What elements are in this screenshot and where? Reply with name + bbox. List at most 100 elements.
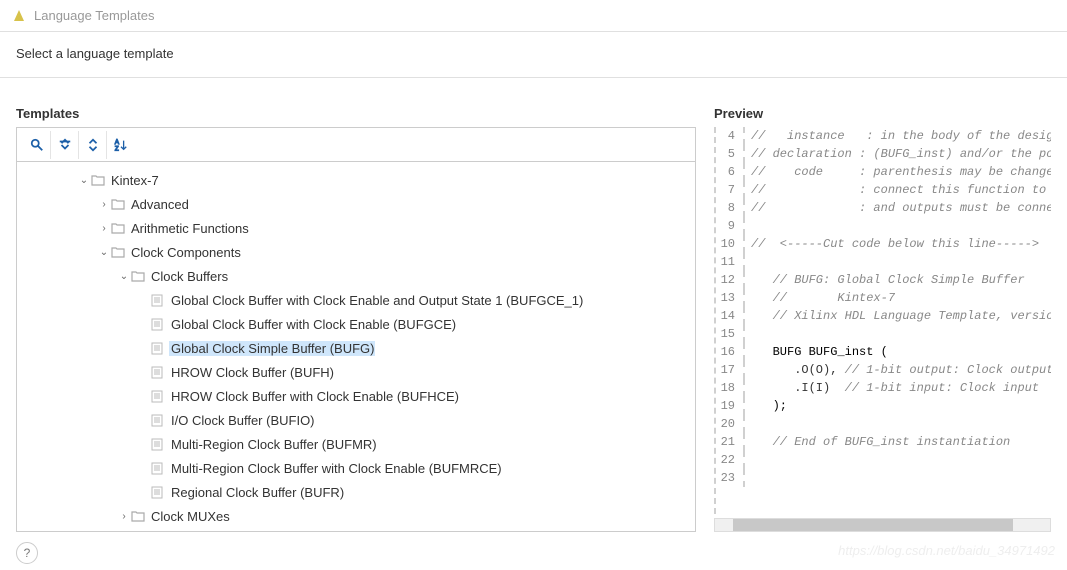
line-number: 13 — [717, 289, 745, 307]
tree-item-label: Clock Components — [129, 245, 241, 260]
line-number: 15 — [717, 325, 745, 343]
code-text — [745, 217, 751, 235]
chevron-down-icon[interactable]: ⌄ — [97, 247, 111, 258]
folder-icon — [91, 174, 109, 186]
tree-item-label: Regional Clock Buffer (BUFR) — [169, 485, 344, 500]
code-line: 23 — [717, 469, 1051, 487]
collapse-all-icon[interactable] — [51, 131, 79, 159]
code-text: // : connect this function to the design… — [745, 181, 1051, 199]
templates-toolbar: AZ — [16, 127, 696, 161]
code-text: // : and outputs must be connected. — [745, 199, 1051, 217]
file-icon — [151, 366, 169, 379]
code-line: 7// : connect this function to the desig… — [717, 181, 1051, 199]
watermark-text: https://blog.csdn.net/baidu_34971492 — [838, 543, 1055, 558]
tree-folder[interactable]: ⌄ Clock Components — [17, 240, 695, 264]
folder-icon — [131, 510, 149, 522]
line-number: 21 — [717, 433, 745, 451]
file-icon — [151, 318, 169, 331]
line-number: 11 — [717, 253, 745, 271]
app-icon — [12, 9, 26, 23]
preview-code[interactable]: 4// instance : in the body of the design… — [714, 127, 1051, 514]
code-line: 6// code : parenthesis may be changed to… — [717, 163, 1051, 181]
help-button[interactable]: ? — [16, 542, 38, 564]
tree-file[interactable]: Multi-Region Clock Buffer (BUFMR) — [17, 432, 695, 456]
line-number: 4 — [717, 127, 745, 145]
line-number: 5 — [717, 145, 745, 163]
folder-icon — [131, 270, 149, 282]
folder-icon — [111, 198, 129, 210]
tree-folder[interactable]: ⌄Clock Buffers — [17, 264, 695, 288]
file-icon — [151, 294, 169, 307]
tree-file[interactable]: HROW Clock Buffer with Clock Enable (BUF… — [17, 384, 695, 408]
search-icon[interactable] — [23, 131, 51, 159]
code-line: 5// declaration : (BUFG_inst) and/or the… — [717, 145, 1051, 163]
code-text: // Kintex-7 — [745, 289, 895, 307]
tree-file[interactable]: Global Clock Simple Buffer (BUFG) — [17, 336, 695, 360]
tree-item-label: Global Clock Simple Buffer (BUFG) — [169, 341, 375, 356]
code-text: // code : parenthesis may be changed to … — [745, 163, 1051, 181]
code-line: 17 .O(O), // 1-bit output: Clock output — [717, 361, 1051, 379]
code-line: 18 .I(I) // 1-bit input: Clock input — [717, 379, 1051, 397]
line-number: 7 — [717, 181, 745, 199]
instruction-text: Select a language template — [0, 32, 1067, 78]
tree-item-label: HROW Clock Buffer (BUFH) — [169, 365, 334, 380]
code-text: // BUFG: Global Clock Simple Buffer — [745, 271, 1025, 289]
line-number: 20 — [717, 415, 745, 433]
line-number: 8 — [717, 199, 745, 217]
code-line: 10// <-----Cut code below this line-----… — [717, 235, 1051, 253]
svg-text:Z: Z — [115, 145, 119, 152]
code-line: 11 — [717, 253, 1051, 271]
tree-file[interactable]: Multi-Region Clock Buffer with Clock Ena… — [17, 456, 695, 480]
tree-file[interactable]: Global Clock Buffer with Clock Enable an… — [17, 288, 695, 312]
tree-item-label: I/O Clock Buffer (BUFIO) — [169, 413, 315, 428]
file-icon — [151, 462, 169, 475]
tree-item-label: Kintex-7 — [109, 173, 159, 188]
code-text — [745, 415, 751, 433]
tree-item-label: Global Clock Buffer with Clock Enable (B… — [169, 317, 456, 332]
tree-file[interactable]: I/O Clock Buffer (BUFIO) — [17, 408, 695, 432]
line-number: 10 — [717, 235, 745, 253]
tree-file[interactable]: HROW Clock Buffer (BUFH) — [17, 360, 695, 384]
line-number: 6 — [717, 163, 745, 181]
code-line: 12 // BUFG: Global Clock Simple Buffer — [717, 271, 1051, 289]
file-icon — [151, 390, 169, 403]
chevron-down-icon[interactable]: ⌄ — [77, 175, 91, 186]
tree-item-label: HROW Clock Buffer with Clock Enable (BUF… — [169, 389, 459, 404]
chevron-right-icon[interactable]: › — [117, 511, 131, 522]
code-text — [745, 253, 751, 271]
expand-all-icon[interactable] — [79, 131, 107, 159]
file-icon — [151, 438, 169, 451]
line-number: 17 — [717, 361, 745, 379]
tree-file[interactable]: Regional Clock Buffer (BUFR) — [17, 480, 695, 504]
code-line: 14 // Xilinx HDL Language Template, vers… — [717, 307, 1051, 325]
tree-item-label: Multi-Region Clock Buffer with Clock Ena… — [169, 461, 502, 476]
templates-tree[interactable]: ⌄Kintex-7›Advanced›Arithmetic Functions⌄… — [16, 161, 696, 532]
code-text: .I(I) // 1-bit input: Clock input — [745, 379, 1039, 397]
horizontal-scrollbar[interactable] — [714, 518, 1051, 532]
window-title: Language Templates — [34, 8, 154, 23]
code-text: .O(O), // 1-bit output: Clock output — [745, 361, 1051, 379]
tree-item-label: Multi-Region Clock Buffer (BUFMR) — [169, 437, 377, 452]
tree-folder[interactable]: ›Clock MUXes — [17, 504, 695, 528]
sort-icon[interactable]: AZ — [107, 131, 135, 159]
code-line: 13 // Kintex-7 — [717, 289, 1051, 307]
code-line: 4// instance : in the body of the design… — [717, 127, 1051, 145]
code-line: 15 — [717, 325, 1051, 343]
tree-folder[interactable]: ›Advanced — [17, 192, 695, 216]
chevron-down-icon[interactable]: ⌄ — [117, 271, 131, 282]
code-text — [745, 451, 751, 469]
code-line: 21 // End of BUFG_inst instantiation — [717, 433, 1051, 451]
tree-folder[interactable]: ›Arithmetic Functions — [17, 216, 695, 240]
code-text — [745, 469, 751, 487]
tree-item-label: Global Clock Buffer with Clock Enable an… — [169, 293, 583, 308]
code-line: 9 — [717, 217, 1051, 235]
chevron-right-icon[interactable]: › — [97, 223, 111, 234]
tree-file[interactable]: Global Clock Buffer with Clock Enable (B… — [17, 312, 695, 336]
folder-icon — [111, 222, 129, 234]
tree-folder[interactable]: ⌄ Kintex-7 — [17, 168, 695, 192]
line-number: 16 — [717, 343, 745, 361]
code-text: // Xilinx HDL Language Template, version… — [745, 307, 1051, 325]
line-number: 23 — [717, 469, 745, 487]
chevron-right-icon[interactable]: › — [97, 199, 111, 210]
line-number: 22 — [717, 451, 745, 469]
